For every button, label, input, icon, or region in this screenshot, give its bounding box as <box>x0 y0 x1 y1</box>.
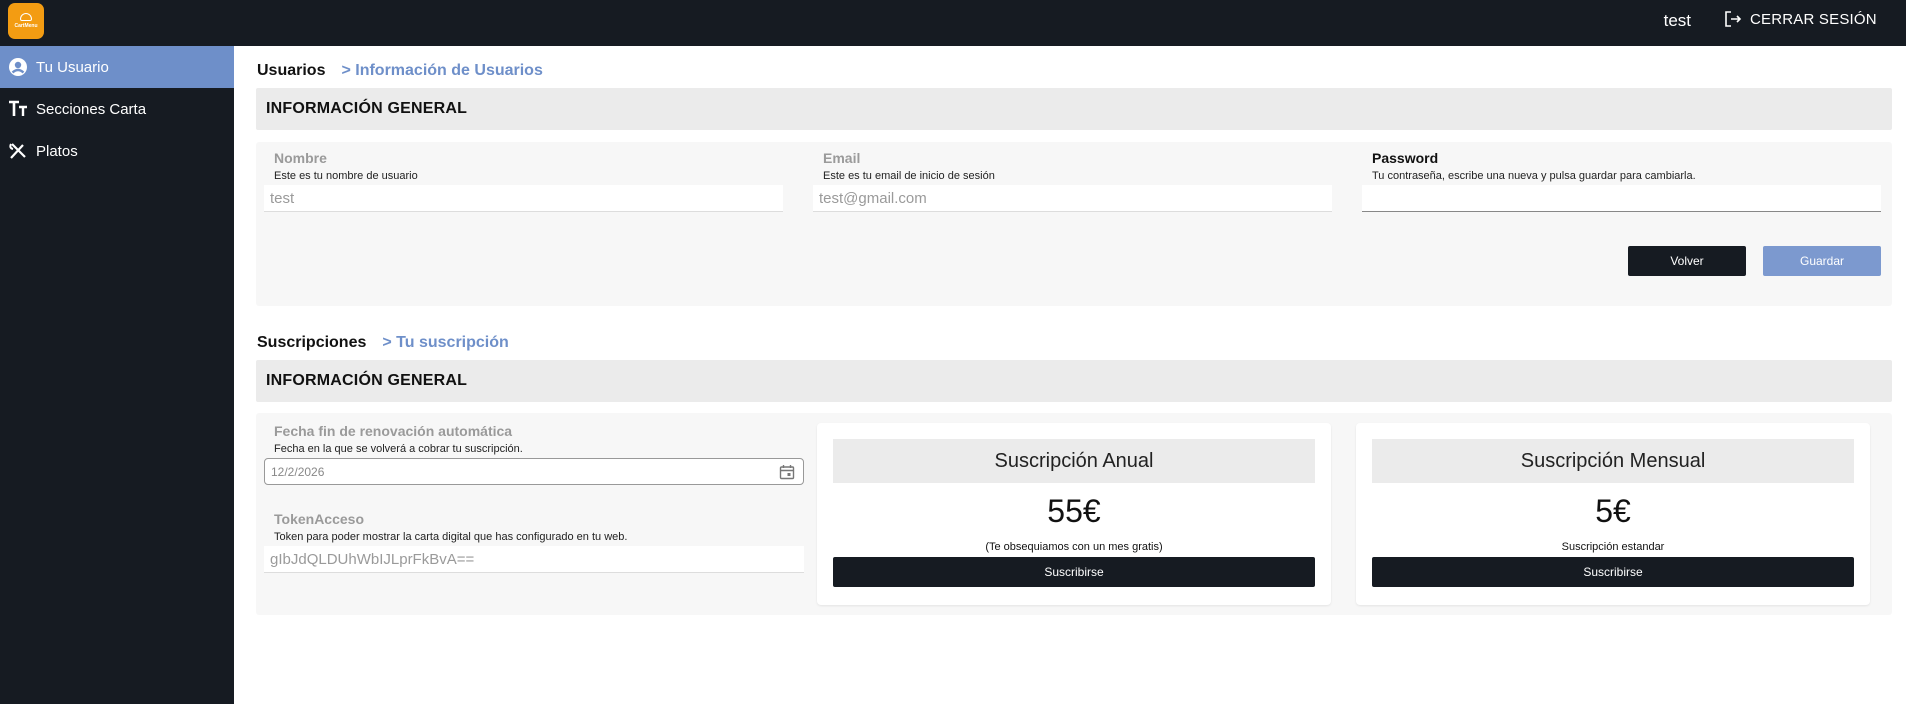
section-heading-subscriptions: INFORMACIÓN GENERAL <box>256 360 1892 402</box>
password-field-group: Password Tu contraseña, escribe una nuev… <box>1362 150 1881 212</box>
plan-note: Suscripción estandar <box>1561 541 1665 553</box>
app-logo[interactable]: CartMenu <box>8 3 44 39</box>
renewal-label: Fecha fin de renovación automática <box>274 423 513 439</box>
password-input[interactable] <box>1362 185 1881 212</box>
current-username: test <box>1663 11 1691 30</box>
logout-icon <box>1725 11 1742 27</box>
breadcrumb-subscriptions: Suscripciones > Tu suscripción <box>257 334 509 352</box>
plan-price: 55€ <box>1047 493 1101 529</box>
sidebar-item-platos[interactable]: Platos <box>0 130 234 172</box>
back-button[interactable]: Volver <box>1628 246 1746 276</box>
plan-title: Suscripción Mensual <box>1372 439 1854 483</box>
user-circle-icon <box>0 57 36 77</box>
name-help: Este es tu nombre de usuario <box>274 170 418 182</box>
chef-hat-icon <box>20 13 32 21</box>
sidebar-item-tu-usuario[interactable]: Tu Usuario <box>0 46 234 88</box>
breadcrumb-current: > Tu suscripción <box>382 334 509 351</box>
sidebar-item-label: Tu Usuario <box>36 58 109 76</box>
renewal-field-group: Fecha fin de renovación automática Fecha… <box>264 423 804 485</box>
email-help: Este es tu email de inicio de sesión <box>823 170 995 182</box>
text-size-icon <box>0 100 36 118</box>
renewal-date-input[interactable]: 12/2/2026 <box>264 458 804 485</box>
token-input[interactable]: gIbJdQLDUhWbIJLprFkBvA== <box>264 546 804 573</box>
plan-card-annual: Suscripción Anual 55€ (Te obsequiamos co… <box>817 423 1331 605</box>
breadcrumb-current: > Información de Usuarios <box>341 62 543 79</box>
breadcrumb-users: Usuarios > Información de Usuarios <box>257 62 543 80</box>
subscribe-monthly-button[interactable]: Suscribirse <box>1372 557 1854 587</box>
sidebar: Tu Usuario Secciones Carta Platos <box>0 46 234 704</box>
name-input[interactable]: test <box>264 185 783 212</box>
cutlery-icon <box>0 141 36 161</box>
token-field-group: TokenAcceso Token para poder mostrar la … <box>264 511 804 573</box>
sidebar-item-label: Secciones Carta <box>36 100 147 118</box>
email-input[interactable]: test@gmail.com <box>813 185 1332 212</box>
name-field-group: Nombre Este es tu nombre de usuario test <box>264 150 783 212</box>
password-help: Tu contraseña, escribe una nueva y pulsa… <box>1372 170 1696 182</box>
name-label: Nombre <box>274 150 327 166</box>
email-field-group: Email Este es tu email de inicio de sesi… <box>813 150 1332 212</box>
breadcrumb-root[interactable]: Suscripciones <box>257 334 366 352</box>
renewal-help: Fecha en la que se volverá a cobrar tu s… <box>274 443 523 455</box>
plan-card-monthly: Suscripción Mensual 5€ Suscripción estan… <box>1356 423 1870 605</box>
password-label: Password <box>1372 150 1439 166</box>
sidebar-item-secciones-carta[interactable]: Secciones Carta <box>0 88 234 130</box>
plan-price: 5€ <box>1595 493 1631 529</box>
calendar-icon[interactable] <box>779 464 795 480</box>
section-heading-users: INFORMACIÓN GENERAL <box>256 88 1892 130</box>
main-content: Usuarios > Información de Usuarios INFOR… <box>234 46 1906 704</box>
user-form-panel: Nombre Este es tu nombre de usuario test… <box>256 142 1892 306</box>
subscription-panel: Fecha fin de renovación automática Fecha… <box>256 413 1892 615</box>
sidebar-item-label: Platos <box>36 142 78 160</box>
top-bar: CartMenu test CERRAR SESIÓN <box>0 0 1906 46</box>
renewal-date-value: 12/2/2026 <box>271 464 325 479</box>
logout-label: CERRAR SESIÓN <box>1750 10 1877 28</box>
email-label: Email <box>823 150 861 166</box>
logout-button[interactable]: CERRAR SESIÓN <box>1724 10 1877 28</box>
token-help: Token para poder mostrar la carta digita… <box>274 531 628 543</box>
breadcrumb-root[interactable]: Usuarios <box>257 62 325 80</box>
plan-title: Suscripción Anual <box>833 439 1315 483</box>
subscribe-annual-button[interactable]: Suscribirse <box>833 557 1315 587</box>
save-button[interactable]: Guardar <box>1763 246 1881 276</box>
plan-note: (Te obsequiamos con un mes gratis) <box>985 541 1163 553</box>
logo-text: CartMenu <box>14 23 38 29</box>
token-label: TokenAcceso <box>274 511 364 527</box>
